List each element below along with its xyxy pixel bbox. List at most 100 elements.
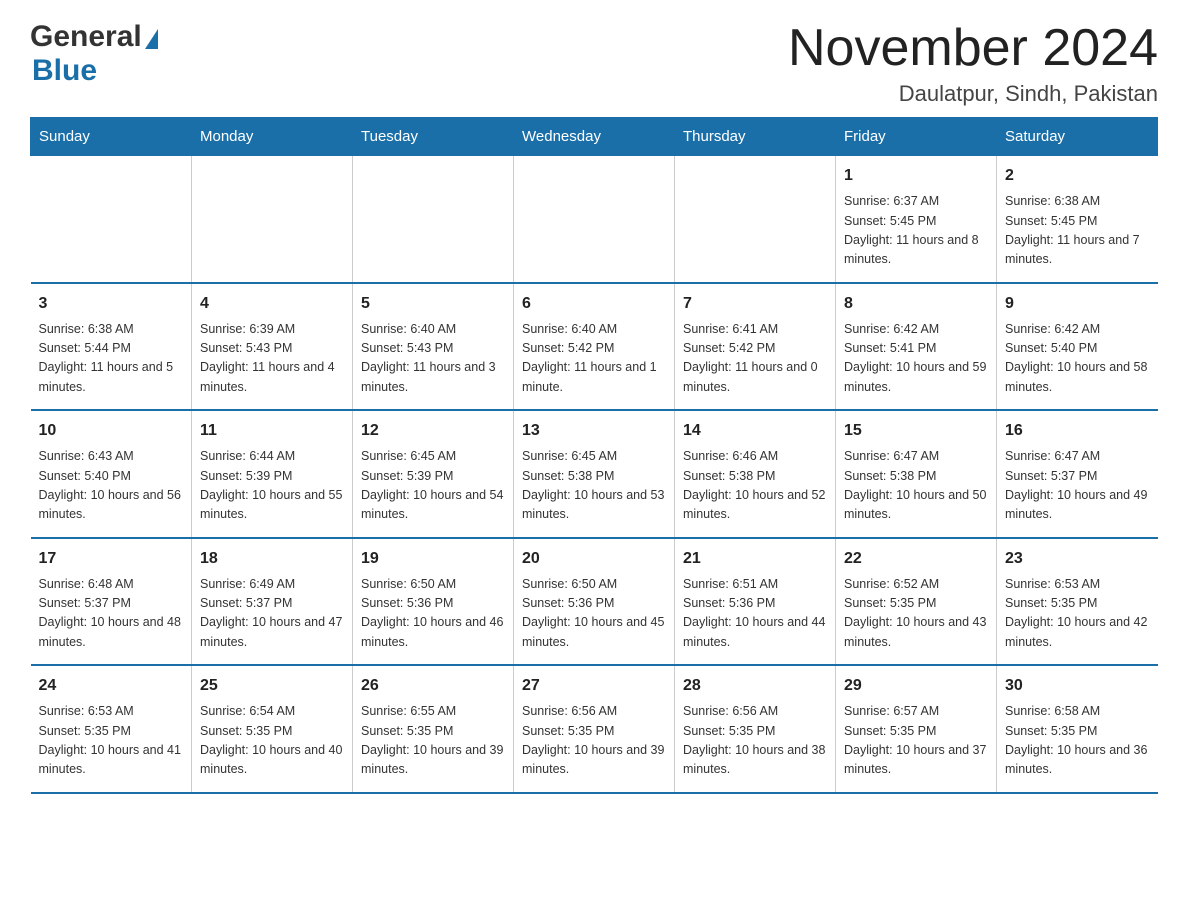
day-header-sunday: Sunday <box>31 118 192 156</box>
calendar-cell <box>31 156 192 283</box>
day-info: Sunrise: 6:46 AMSunset: 5:38 PMDaylight:… <box>683 447 827 525</box>
day-header-saturday: Saturday <box>997 118 1158 156</box>
day-info: Sunrise: 6:47 AMSunset: 5:38 PMDaylight:… <box>844 447 988 525</box>
calendar-cell: 2 Sunrise: 6:38 AMSunset: 5:45 PMDaylight… <box>997 156 1158 283</box>
day-info: Sunrise: 6:43 AMSunset: 5:40 PMDaylight:… <box>39 447 184 525</box>
day-number: 30 <box>1005 674 1150 698</box>
calendar-cell: 8Sunrise: 6:42 AMSunset: 5:41 PMDaylight… <box>836 283 997 411</box>
day-number: 5 <box>361 292 505 316</box>
calendar-title: November 2024 <box>788 20 1158 77</box>
day-number: 20 <box>522 547 666 571</box>
logo-triangle-icon <box>145 29 158 49</box>
day-number: 13 <box>522 419 666 443</box>
day-number: 17 <box>39 547 184 571</box>
day-number: 3 <box>39 292 184 316</box>
calendar-cell: 24 Sunrise: 6:53 AMSunset: 5:35 PMDayligh… <box>31 665 192 793</box>
day-info: Sunrise: 6:42 AMSunset: 5:41 PMDaylight:… <box>844 320 988 398</box>
day-info: Sunrise: 6:49 AMSunset: 5:37 PMDaylight:… <box>200 575 344 653</box>
day-number: 21 <box>683 547 827 571</box>
calendar-cell: 19 Sunrise: 6:50 AMSunset: 5:36 PMDayligh… <box>353 538 514 666</box>
calendar-cell: 20 Sunrise: 6:50 AMSunset: 5:36 PMDayligh… <box>514 538 675 666</box>
day-info: Sunrise: 6:52 AMSunset: 5:35 PMDaylight:… <box>844 575 988 653</box>
calendar-cell: 7 Sunrise: 6:41 AMSunset: 5:42 PMDaylight… <box>675 283 836 411</box>
title-block: November 2024 Daulatpur, Sindh, Pakistan <box>788 20 1158 107</box>
calendar-cell: 4 Sunrise: 6:39 AMSunset: 5:43 PMDaylight… <box>192 283 353 411</box>
day-header-wednesday: Wednesday <box>514 118 675 156</box>
calendar-cell: 14 Sunrise: 6:46 AMSunset: 5:38 PMDayligh… <box>675 410 836 538</box>
calendar-cell: 30 Sunrise: 6:58 AMSunset: 5:35 PMDayligh… <box>997 665 1158 793</box>
day-number: 15 <box>844 419 988 443</box>
week-row-2: 3Sunrise: 6:38 AMSunset: 5:44 PMDaylight… <box>31 283 1158 411</box>
calendar-cell: 13 Sunrise: 6:45 AMSunset: 5:38 PMDayligh… <box>514 410 675 538</box>
days-header-row: SundayMondayTuesdayWednesdayThursdayFrid… <box>31 118 1158 156</box>
calendar-table: SundayMondayTuesdayWednesdayThursdayFrid… <box>30 117 1158 794</box>
logo-blue: Blue <box>32 54 97 88</box>
day-info: Sunrise: 6:45 AMSunset: 5:38 PMDaylight:… <box>522 447 666 525</box>
calendar-cell: 21 Sunrise: 6:51 AMSunset: 5:36 PMDayligh… <box>675 538 836 666</box>
day-number: 2 <box>1005 164 1150 188</box>
calendar-subtitle: Daulatpur, Sindh, Pakistan <box>788 81 1158 107</box>
calendar-cell: 5 Sunrise: 6:40 AMSunset: 5:43 PMDaylight… <box>353 283 514 411</box>
calendar-cell: 28 Sunrise: 6:56 AMSunset: 5:35 PMDayligh… <box>675 665 836 793</box>
calendar-cell: 15 Sunrise: 6:47 AMSunset: 5:38 PMDayligh… <box>836 410 997 538</box>
day-number: 23 <box>1005 547 1150 571</box>
day-number: 4 <box>200 292 344 316</box>
day-info: Sunrise: 6:55 AMSunset: 5:35 PMDaylight:… <box>361 702 505 780</box>
day-info: Sunrise: 6:44 AMSunset: 5:39 PMDaylight:… <box>200 447 344 525</box>
day-number: 24 <box>39 674 184 698</box>
day-info: Sunrise: 6:37 AMSunset: 5:45 PMDaylight:… <box>844 192 988 270</box>
calendar-cell <box>192 156 353 283</box>
header: General Blue November 2024 Daulatpur, Si… <box>30 20 1158 107</box>
day-number: 6 <box>522 292 666 316</box>
day-info: Sunrise: 6:58 AMSunset: 5:35 PMDaylight:… <box>1005 702 1150 780</box>
day-info: Sunrise: 6:38 AMSunset: 5:45 PMDaylight:… <box>1005 192 1150 270</box>
day-info: Sunrise: 6:57 AMSunset: 5:35 PMDaylight:… <box>844 702 988 780</box>
week-row-3: 10 Sunrise: 6:43 AMSunset: 5:40 PMDayligh… <box>31 410 1158 538</box>
day-number: 18 <box>200 547 344 571</box>
day-info: Sunrise: 6:39 AMSunset: 5:43 PMDaylight:… <box>200 320 344 398</box>
calendar-cell: 1 Sunrise: 6:37 AMSunset: 5:45 PMDaylight… <box>836 156 997 283</box>
week-row-5: 24 Sunrise: 6:53 AMSunset: 5:35 PMDayligh… <box>31 665 1158 793</box>
calendar-cell: 26 Sunrise: 6:55 AMSunset: 5:35 PMDayligh… <box>353 665 514 793</box>
calendar-cell: 27Sunrise: 6:56 AMSunset: 5:35 PMDayligh… <box>514 665 675 793</box>
calendar-cell: 9 Sunrise: 6:42 AMSunset: 5:40 PMDaylight… <box>997 283 1158 411</box>
day-info: Sunrise: 6:53 AMSunset: 5:35 PMDaylight:… <box>1005 575 1150 653</box>
calendar-cell: 29 Sunrise: 6:57 AMSunset: 5:35 PMDayligh… <box>836 665 997 793</box>
calendar-cell: 22 Sunrise: 6:52 AMSunset: 5:35 PMDayligh… <box>836 538 997 666</box>
day-number: 10 <box>39 419 184 443</box>
day-number: 11 <box>200 419 344 443</box>
calendar-cell <box>353 156 514 283</box>
day-number: 12 <box>361 419 505 443</box>
day-number: 28 <box>683 674 827 698</box>
day-number: 29 <box>844 674 988 698</box>
day-info: Sunrise: 6:54 AMSunset: 5:35 PMDaylight:… <box>200 702 344 780</box>
calendar-cell: 6Sunrise: 6:40 AMSunset: 5:42 PMDaylight… <box>514 283 675 411</box>
day-number: 7 <box>683 292 827 316</box>
logo-general: General <box>30 20 142 54</box>
day-info: Sunrise: 6:45 AMSunset: 5:39 PMDaylight:… <box>361 447 505 525</box>
day-info: Sunrise: 6:56 AMSunset: 5:35 PMDaylight:… <box>683 702 827 780</box>
calendar-cell: 12 Sunrise: 6:45 AMSunset: 5:39 PMDayligh… <box>353 410 514 538</box>
calendar-cell: 23 Sunrise: 6:53 AMSunset: 5:35 PMDayligh… <box>997 538 1158 666</box>
day-info: Sunrise: 6:40 AMSunset: 5:43 PMDaylight:… <box>361 320 505 398</box>
day-info: Sunrise: 6:41 AMSunset: 5:42 PMDaylight:… <box>683 320 827 398</box>
day-info: Sunrise: 6:50 AMSunset: 5:36 PMDaylight:… <box>522 575 666 653</box>
day-info: Sunrise: 6:42 AMSunset: 5:40 PMDaylight:… <box>1005 320 1150 398</box>
day-info: Sunrise: 6:48 AMSunset: 5:37 PMDaylight:… <box>39 575 184 653</box>
day-number: 9 <box>1005 292 1150 316</box>
calendar-cell: 16Sunrise: 6:47 AMSunset: 5:37 PMDayligh… <box>997 410 1158 538</box>
calendar-cell <box>675 156 836 283</box>
day-number: 16 <box>1005 419 1150 443</box>
day-number: 1 <box>844 164 988 188</box>
day-info: Sunrise: 6:50 AMSunset: 5:36 PMDaylight:… <box>361 575 505 653</box>
day-number: 22 <box>844 547 988 571</box>
day-number: 19 <box>361 547 505 571</box>
day-number: 26 <box>361 674 505 698</box>
day-info: Sunrise: 6:56 AMSunset: 5:35 PMDaylight:… <box>522 702 666 780</box>
day-header-tuesday: Tuesday <box>353 118 514 156</box>
calendar-cell: 11 Sunrise: 6:44 AMSunset: 5:39 PMDayligh… <box>192 410 353 538</box>
day-header-friday: Friday <box>836 118 997 156</box>
day-info: Sunrise: 6:51 AMSunset: 5:36 PMDaylight:… <box>683 575 827 653</box>
day-number: 14 <box>683 419 827 443</box>
day-info: Sunrise: 6:53 AMSunset: 5:35 PMDaylight:… <box>39 702 184 780</box>
